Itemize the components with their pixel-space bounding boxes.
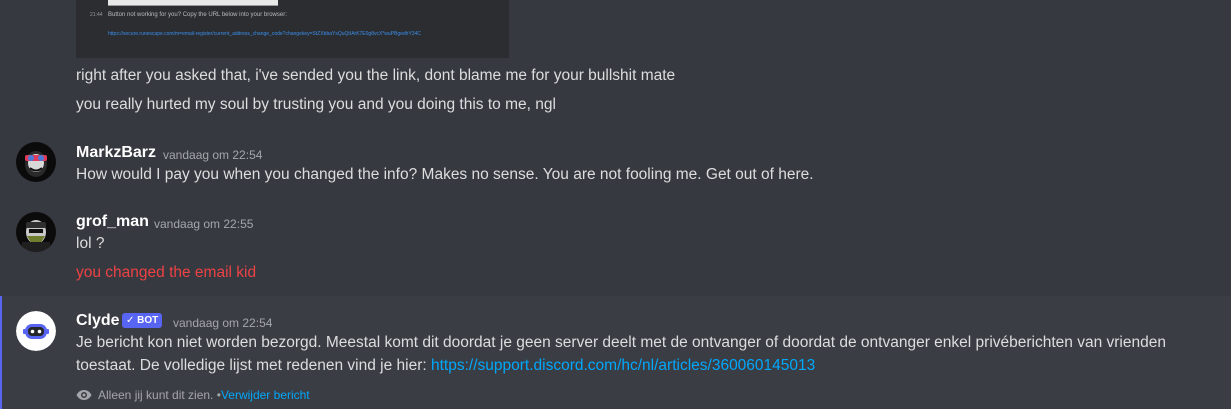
username[interactable]: MarkzBarz (76, 144, 156, 162)
skull-avatar-icon (16, 142, 56, 182)
message-line: lol ? (76, 235, 105, 252)
message-line: you really hurted my soul by trusting yo… (76, 96, 556, 113)
bot-badge: ✓ BOT (122, 313, 163, 328)
message-timestamp[interactable]: vandaag om 22:55 (154, 217, 253, 231)
bandana-avatar-icon (16, 212, 56, 252)
message-text: toestaat. De volledige lijst met redenen… (76, 357, 431, 374)
screenshot-text: Button not working for you? Copy the URL… (108, 12, 287, 18)
embedded-screenshot-image[interactable]: 21:44 Button not working for you? Copy t… (76, 0, 509, 58)
avatar[interactable] (16, 142, 56, 182)
ephemeral-notice: Alleen jij kunt dit zien. • Verwijder be… (76, 388, 310, 402)
support-link[interactable]: https://support.discord.com/hc/nl/articl… (431, 357, 815, 374)
clyde-robot-icon (16, 311, 56, 351)
screenshot-url: https://secure.runescape.com/m=email-reg… (108, 31, 421, 37)
username[interactable]: Clyde (76, 312, 120, 330)
message-timestamp[interactable]: vandaag om 22:54 (173, 316, 272, 330)
screenshot-button-bar (108, 0, 278, 6)
avatar[interactable] (16, 311, 56, 351)
ephemeral-message-accent-bar (0, 296, 2, 409)
message-timestamp[interactable]: vandaag om 22:54 (163, 148, 262, 162)
dismiss-message-link[interactable]: Verwijder bericht (221, 388, 310, 402)
eye-icon (76, 389, 92, 401)
message-line-red: you changed the email kid (76, 264, 257, 281)
message-line: Je bericht kon niet worden bezorgd. Mees… (76, 334, 1166, 351)
screenshot-timestamp: 21:44 (90, 12, 103, 18)
avatar[interactable] (16, 212, 56, 252)
message-line: How would I pay you when you changed the… (76, 166, 814, 183)
ephemeral-text: Alleen jij kunt dit zien. • (98, 388, 221, 402)
username[interactable]: grof_man (76, 213, 149, 231)
message-line: toestaat. De volledige lijst met redenen… (76, 357, 815, 375)
message-line: right after you asked that, i've sended … (76, 67, 676, 84)
